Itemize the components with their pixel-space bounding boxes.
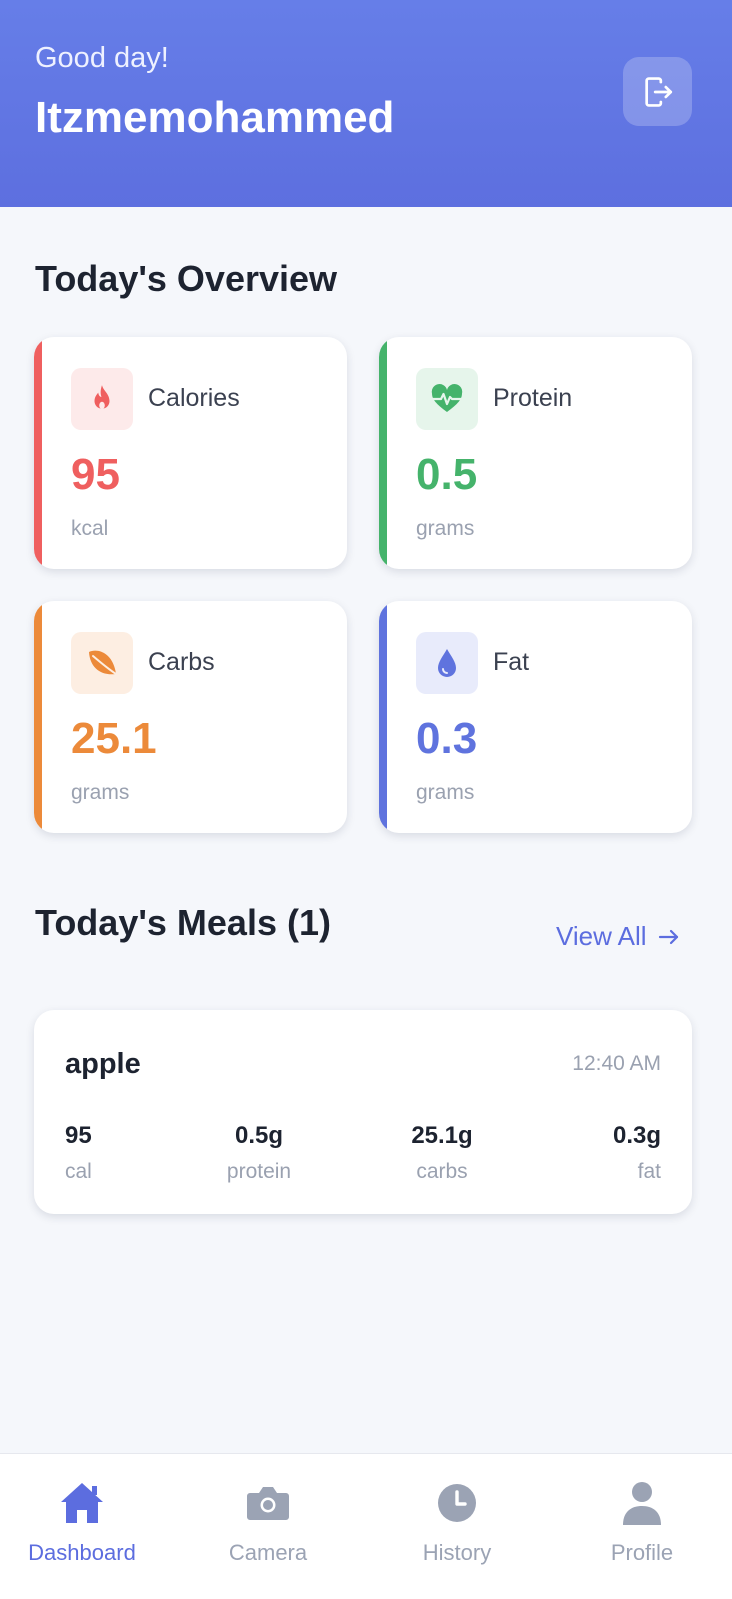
nav-label-camera: Camera bbox=[228, 1540, 308, 1565]
meal-fat-label: fat bbox=[637, 1160, 661, 1183]
fat-icon-box bbox=[416, 632, 478, 694]
meals-title: Today's Meals (1) bbox=[35, 902, 331, 943]
calories-accent-bar bbox=[34, 337, 42, 569]
nav-item-history[interactable]: History bbox=[387, 1478, 527, 1566]
protein-unit: grams bbox=[416, 517, 475, 540]
nav-item-profile[interactable]: Profile bbox=[572, 1478, 712, 1566]
meal-protein-value: 0.5g bbox=[234, 1122, 284, 1149]
nav-label-history: History bbox=[422, 1540, 492, 1565]
arrow-right-icon bbox=[658, 929, 678, 944]
meal-carbs-label: carbs bbox=[416, 1160, 468, 1183]
header: Good day! Itzmemohammed bbox=[0, 0, 732, 207]
view-all-label: View All bbox=[556, 921, 647, 951]
fat-unit: grams bbox=[416, 781, 475, 804]
meal-card[interactable]: apple 12:40 AM 95 cal 0.5g protein 25.1g… bbox=[34, 1010, 692, 1214]
nav-label-profile: Profile bbox=[610, 1540, 674, 1565]
calories-value: 95 bbox=[71, 450, 120, 499]
meal-stat-fat: 0.3g fat bbox=[613, 1122, 661, 1184]
home-icon bbox=[61, 1483, 103, 1523]
protein-icon-box bbox=[416, 368, 478, 430]
fat-accent-bar bbox=[379, 601, 387, 833]
fat-value: 0.3 bbox=[416, 714, 478, 763]
carbs-icon-box bbox=[71, 632, 133, 694]
bottom-nav: Dashboard Camera History Profile bbox=[0, 1453, 732, 1599]
calories-card: Calories 95 kcal bbox=[34, 337, 347, 569]
meal-calories-value: 95 bbox=[65, 1122, 92, 1149]
carbs-accent-bar bbox=[34, 601, 42, 833]
flame-icon bbox=[94, 385, 110, 410]
clock-icon bbox=[438, 1484, 476, 1522]
heart-pulse-icon bbox=[431, 384, 463, 412]
carbs-card: Carbs 25.1 grams bbox=[34, 601, 347, 833]
meal-stat-protein: 0.5g protein bbox=[199, 1122, 319, 1184]
calories-unit: kcal bbox=[71, 517, 109, 540]
meal-calories-label: cal bbox=[65, 1160, 92, 1183]
carbs-unit: grams bbox=[71, 781, 130, 804]
carbs-label: Carbs bbox=[148, 648, 215, 676]
nav-label-dashboard: Dashboard bbox=[28, 1540, 136, 1565]
meal-stat-carbs: 25.1g carbs bbox=[382, 1122, 502, 1184]
fat-label: Fat bbox=[493, 648, 530, 676]
meal-time: 12:40 AM bbox=[572, 1052, 661, 1075]
nav-item-camera[interactable]: Camera bbox=[198, 1478, 338, 1566]
meal-name: apple bbox=[65, 1048, 141, 1080]
overview-title: Today's Overview bbox=[35, 258, 338, 299]
nav-item-dashboard[interactable]: Dashboard bbox=[12, 1478, 152, 1566]
username: Itzmemohammed bbox=[35, 93, 395, 142]
leaf-icon bbox=[89, 650, 117, 675]
carbs-value: 25.1 bbox=[71, 714, 157, 763]
user-icon bbox=[623, 1482, 661, 1525]
droplet-icon bbox=[438, 649, 456, 677]
protein-label: Protein bbox=[493, 384, 573, 412]
meal-protein-label: protein bbox=[226, 1160, 292, 1183]
protein-accent-bar bbox=[379, 337, 387, 569]
meal-fat-value: 0.3g bbox=[612, 1122, 661, 1149]
logout-icon bbox=[644, 76, 672, 107]
logout-button[interactable] bbox=[623, 57, 692, 126]
greeting-text: Good day! bbox=[35, 42, 169, 74]
fat-card: Fat 0.3 grams bbox=[379, 601, 692, 833]
meal-stat-calories: 95 cal bbox=[65, 1122, 92, 1184]
view-all-link[interactable]: View All bbox=[556, 921, 681, 952]
calories-icon-box bbox=[71, 368, 133, 430]
calories-label: Calories bbox=[148, 384, 240, 412]
protein-card: Protein 0.5 grams bbox=[379, 337, 692, 569]
protein-value: 0.5 bbox=[416, 450, 478, 499]
camera-icon bbox=[247, 1487, 289, 1520]
meal-carbs-value: 25.1g bbox=[411, 1122, 473, 1149]
